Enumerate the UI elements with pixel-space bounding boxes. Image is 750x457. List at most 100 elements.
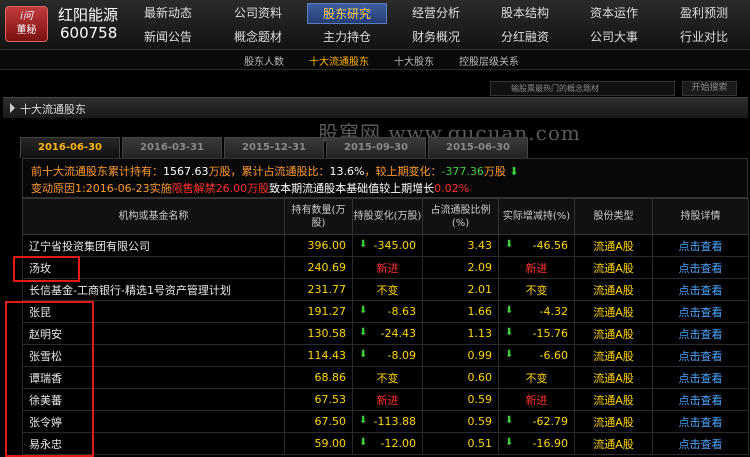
down-arrow-icon: ⬇ <box>505 239 514 250</box>
nav-col-2: 公司资料 概念题材 <box>218 0 298 50</box>
nav-earnings-forecast[interactable]: 盈利预测 <box>664 3 744 24</box>
detail-link[interactable]: 点击查看 <box>652 322 749 345</box>
share-type: 流通A股 <box>574 366 653 389</box>
actual-change: ⬇ -6.60 <box>498 344 575 367</box>
detail-link[interactable]: 点击查看 <box>652 234 749 257</box>
actual-change: 不变 <box>498 278 575 301</box>
triangle-right-icon <box>10 103 15 113</box>
nav-dividends[interactable]: 分红融资 <box>485 27 565 48</box>
share-type: 流通A股 <box>574 278 653 301</box>
detail-link[interactable]: 点击查看 <box>652 432 749 455</box>
detail-link[interactable]: 点击查看 <box>652 278 749 301</box>
highlight-box-1 <box>13 256 80 282</box>
stock-name: 红阳能源 <box>58 6 119 24</box>
nav-shareholder-research[interactable]: 股东研究 <box>307 3 387 24</box>
float-ratio: 0.59 <box>422 388 499 411</box>
detail-link[interactable]: 点击查看 <box>652 388 749 411</box>
detail-link[interactable]: 点击查看 <box>652 410 749 433</box>
holder-name: 辽宁省投资集团有限公司 <box>22 234 285 257</box>
change-value: -15.76 <box>532 327 568 340</box>
subnav-top10[interactable]: 十大股东 <box>394 53 434 68</box>
nav-col-6: 资本运作 公司大事 <box>574 0 654 50</box>
holding-qty: 114.43 <box>284 344 353 367</box>
float-ratio: 1.13 <box>422 322 499 345</box>
nav-operations[interactable]: 经营分析 <box>396 3 476 24</box>
table-row: 徐美蕃 67.53 新进 0.59 新进 流通A股 点击查看 <box>22 388 749 411</box>
down-arrow-icon: ⬇ <box>505 415 514 426</box>
holding-change: ⬇ -113.88 <box>352 410 423 433</box>
subnav-top10-float[interactable]: 十大流通股东 <box>309 53 369 68</box>
nav-latest-news[interactable]: 最新动态 <box>128 3 208 24</box>
holding-qty: 130.58 <box>284 322 353 345</box>
tab-2015-09-30[interactable]: 2015-09-30 <box>326 137 426 158</box>
down-arrow-icon: ⬇ <box>505 349 514 360</box>
holding-change: 不变 <box>352 278 423 301</box>
tab-2015-06-30[interactable]: 2015-06-30 <box>428 137 528 158</box>
change-reason-text: 致本期流通股本基础值较上期增长 <box>269 182 435 195</box>
nav-company-info[interactable]: 公司资料 <box>218 3 298 24</box>
summary-change: -377.36 <box>441 165 484 178</box>
col-actual-change: 实际增减持(%) <box>498 198 575 235</box>
table-row: 谭瑞香 68.86 不变 0.60 不变 流通A股 点击查看 <box>22 366 749 389</box>
down-arrow-icon: ⬇ <box>359 239 368 250</box>
nav-concepts[interactable]: 概念题材 <box>218 27 298 48</box>
summary-line-2: 变动原因1:2016-06-23实施限售解禁26.00万股致本期流通股本基础值较… <box>31 180 469 196</box>
summary-total-holding: 1567.63 <box>163 165 209 178</box>
col-holding-change: 持股变化(万股) <box>352 198 423 235</box>
change-reason-label: 变动原因1:2016-06-23实施 <box>31 182 172 195</box>
down-arrow-icon: ⬇ <box>509 165 519 178</box>
iwen-dongmi-logo[interactable]: i问 董秘 <box>5 6 48 42</box>
subnav-shareholder-count[interactable]: 股东人数 <box>244 53 284 68</box>
detail-link[interactable]: 点击查看 <box>652 344 749 367</box>
down-arrow-icon: ⬇ <box>359 349 368 360</box>
share-type: 流通A股 <box>574 344 653 367</box>
share-type: 流通A股 <box>574 322 653 345</box>
change-value: -46.56 <box>532 239 568 252</box>
detail-link[interactable]: 点击查看 <box>652 256 749 279</box>
table-row: 赵明安 130.58 ⬇ -24.43 1.13 ⬇ -15.76 流通A股 点击查看 <box>22 322 749 345</box>
actual-change: 不变 <box>498 366 575 389</box>
actual-change: 新进 <box>498 388 575 411</box>
tab-2015-12-31[interactable]: 2015-12-31 <box>224 137 324 158</box>
float-ratio: 2.09 <box>422 256 499 279</box>
share-type: 流通A股 <box>574 234 653 257</box>
top-header: i问 董秘 红阳能源 600758 最新动态 新闻公告 公司资料 概念题材 股东… <box>0 0 750 50</box>
change-value: -16.90 <box>532 437 568 450</box>
nav-capital-structure[interactable]: 股本结构 <box>485 3 565 24</box>
holding-qty: 240.69 <box>284 256 353 279</box>
change-value: -113.88 <box>373 415 416 428</box>
nav-financials[interactable]: 财务概况 <box>396 27 476 48</box>
holding-change: ⬇ -8.63 <box>352 300 423 323</box>
search-input[interactable]: 输股票最热门的概念题材 <box>490 81 675 96</box>
share-type: 流通A股 <box>574 388 653 411</box>
float-ratio: 0.51 <box>422 432 499 455</box>
subnav-holding-levels[interactable]: 控股层级关系 <box>459 53 519 68</box>
nav-col-5: 股本结构 分红融资 <box>485 0 565 50</box>
detail-link[interactable]: 点击查看 <box>652 300 749 323</box>
summary-float-ratio: 13.6% <box>329 165 365 178</box>
actual-change: ⬇ -62.79 <box>498 410 575 433</box>
search-button[interactable]: 开始搜索 <box>682 81 737 96</box>
col-institution: 机构或基金名称 <box>22 198 285 235</box>
col-detail: 持股详情 <box>652 198 749 235</box>
change-value: -4.32 <box>539 305 568 318</box>
summary-label-1: 前十大流通股东累计持有： <box>31 165 163 178</box>
tab-2016-06-30[interactable]: 2016-06-30 <box>20 137 120 158</box>
nav-company-events[interactable]: 公司大事 <box>574 27 654 48</box>
table-row: 汤玫 240.69 新进 2.09 新进 流通A股 点击查看 <box>22 256 749 279</box>
nav-announcements[interactable]: 新闻公告 <box>128 27 208 48</box>
actual-change: ⬇ -4.32 <box>498 300 575 323</box>
down-arrow-icon: ⬇ <box>359 415 368 426</box>
tab-2016-03-31[interactable]: 2016-03-31 <box>122 137 222 158</box>
actual-change: ⬇ -46.56 <box>498 234 575 257</box>
detail-link[interactable]: 点击查看 <box>652 366 749 389</box>
down-arrow-icon: ⬇ <box>505 327 514 338</box>
nav-main-holdings[interactable]: 主力持仓 <box>307 27 387 48</box>
nav-capital-ops[interactable]: 资本运作 <box>574 3 654 24</box>
table-header-row: 机构或基金名称 持有数量(万股) 持股变化(万股) 占流通股比例(%) 实际增减… <box>22 198 749 235</box>
logo-line2: 董秘 <box>16 25 37 36</box>
col-float-ratio: 占流通股比例(%) <box>422 198 499 235</box>
change-value: -345.00 <box>373 239 416 252</box>
nav-industry-compare[interactable]: 行业对比 <box>664 27 744 48</box>
table-row: 张昆 191.27 ⬇ -8.63 1.66 ⬇ -4.32 流通A股 点击查看 <box>22 300 749 323</box>
